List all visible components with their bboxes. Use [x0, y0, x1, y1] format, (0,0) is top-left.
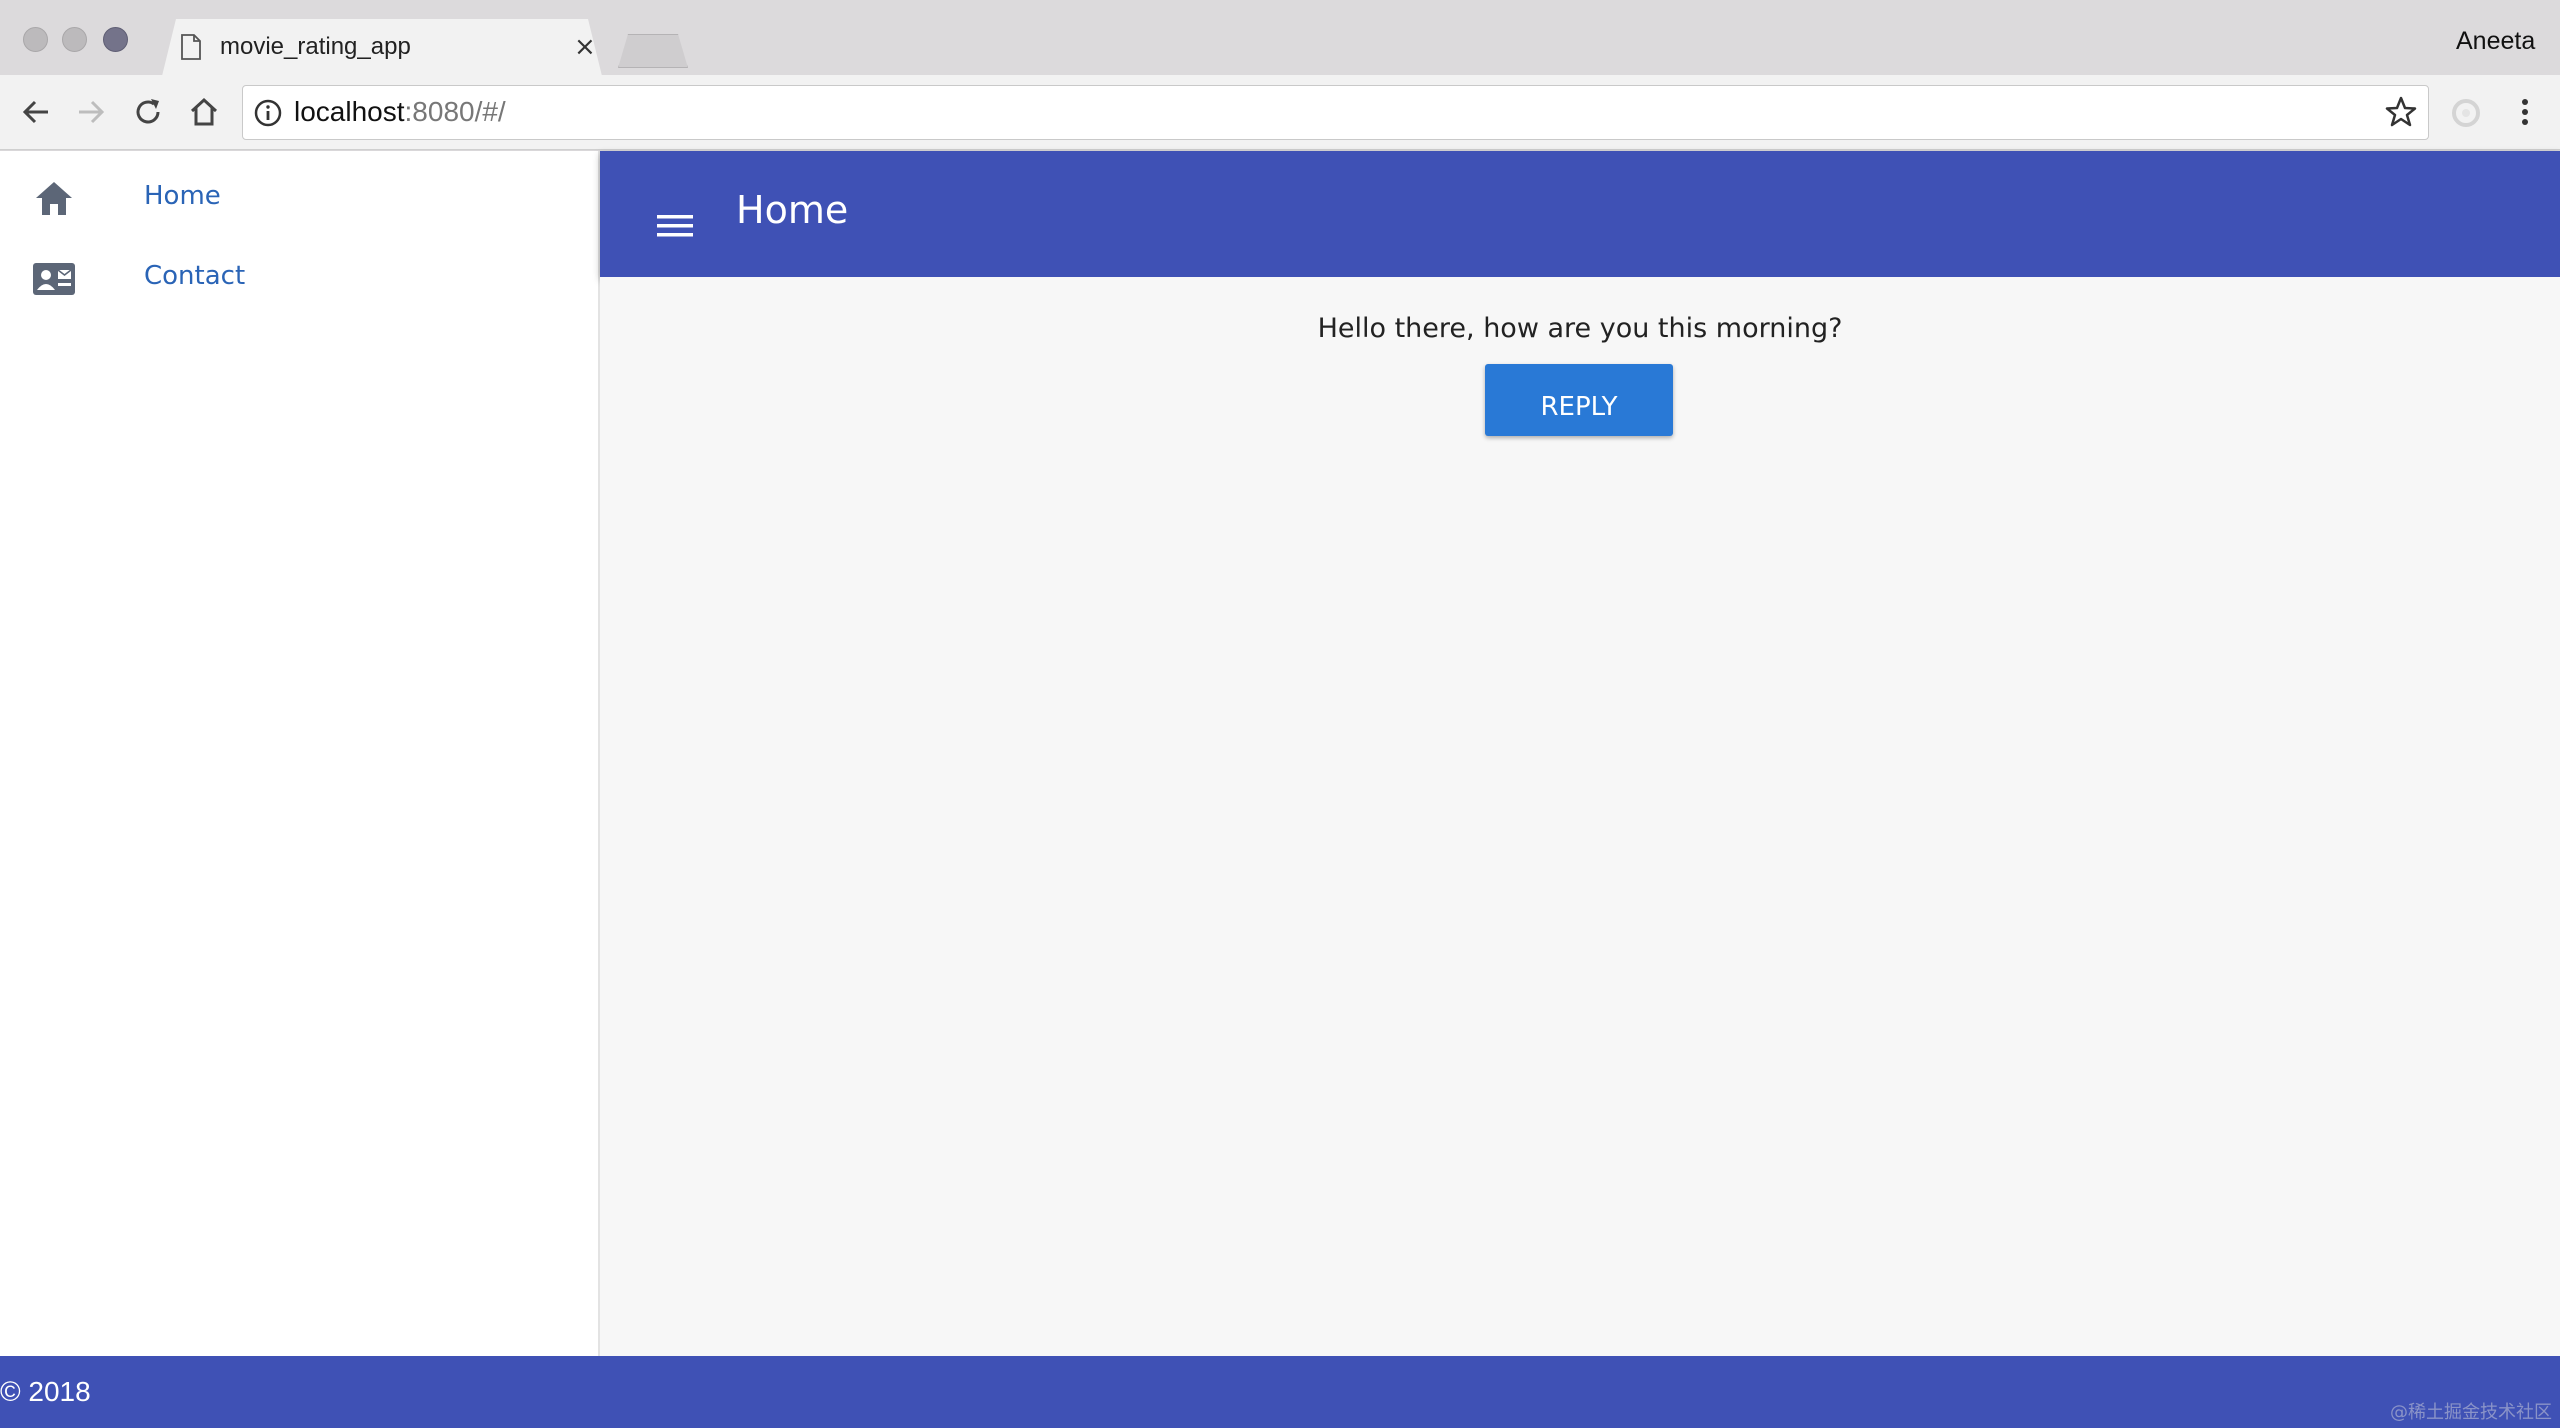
contact-card-icon: [33, 263, 75, 295]
sidebar-item-label: Contact: [144, 261, 246, 291]
sidebar-item-label: Home: [144, 181, 221, 211]
watermark: @稀土掘金技术社区: [2390, 1402, 2552, 1423]
sidebar-item-contact[interactable]: Contact: [0, 240, 598, 318]
url-path: :8080/#/: [404, 96, 506, 127]
app-bar: [600, 151, 2560, 277]
info-icon[interactable]: [253, 98, 283, 128]
home-outline-icon[interactable]: [186, 94, 222, 130]
back-arrow-icon[interactable]: [18, 94, 54, 130]
window-minimize-button[interactable]: [62, 27, 87, 52]
document-icon: [181, 34, 201, 60]
reload-icon[interactable]: [130, 94, 166, 130]
tab-title: movie_rating_app: [220, 33, 411, 60]
extension-icon[interactable]: [2450, 97, 2482, 129]
footer: [0, 1356, 2560, 1428]
address-bar[interactable]: [242, 85, 2429, 140]
sidebar-item-home[interactable]: Home: [0, 160, 598, 238]
new-tab-button[interactable]: [618, 34, 688, 68]
forward-arrow-icon[interactable]: [73, 94, 109, 130]
hamburger-menu-icon[interactable]: [655, 210, 695, 242]
sidebar: [0, 151, 600, 1356]
url-host: localhost: [294, 96, 405, 127]
reply-button[interactable]: REPLY: [1485, 364, 1673, 436]
url-text[interactable]: localhost:8080/#/: [294, 96, 506, 128]
profile-name[interactable]: Aneeta: [2456, 27, 2535, 56]
window-close-button[interactable]: [23, 27, 48, 52]
main-content: [600, 277, 2560, 1356]
greeting-text: Hello there, how are you this morning?: [1317, 313, 1843, 344]
copyright-text: © 2018: [0, 1376, 91, 1407]
bookmark-star-icon[interactable]: [2384, 95, 2418, 129]
page-title: Home: [736, 188, 849, 232]
window-maximize-button[interactable]: [103, 27, 128, 52]
tab-close-icon[interactable]: ×: [574, 34, 596, 60]
browser-menu-icon[interactable]: [2512, 95, 2538, 129]
home-icon: [36, 182, 72, 215]
